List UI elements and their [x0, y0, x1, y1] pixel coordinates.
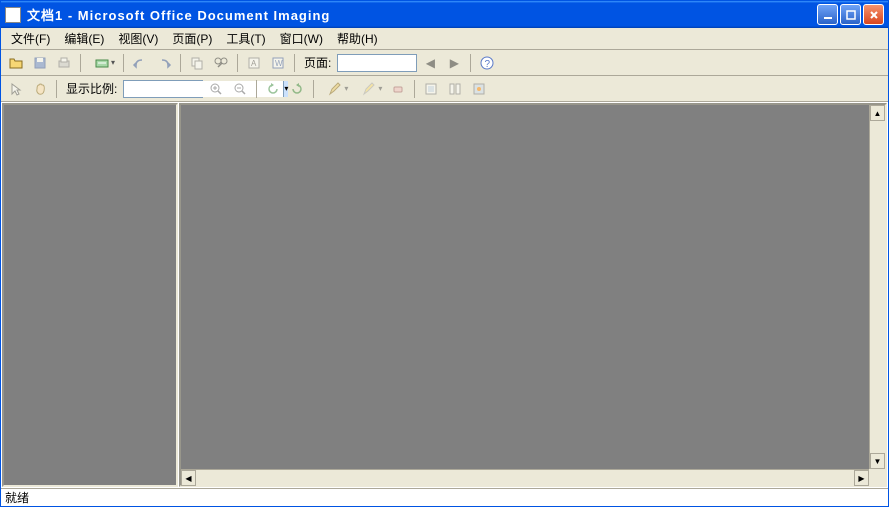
- rotate-right-button[interactable]: [286, 78, 308, 100]
- scroll-right-icon[interactable]: ▶: [854, 470, 869, 486]
- page-view-button[interactable]: [444, 78, 466, 100]
- view-toolbar: 显示比例: ▾: [1, 76, 888, 102]
- window-controls: [817, 4, 884, 25]
- separator: [56, 80, 57, 98]
- ocr-button[interactable]: A: [243, 52, 265, 74]
- separator: [80, 54, 81, 72]
- highlighter-button[interactable]: [353, 78, 385, 100]
- separator: [294, 54, 295, 72]
- separator: [123, 54, 124, 72]
- page-input[interactable]: [337, 54, 417, 72]
- separator: [313, 80, 314, 98]
- minimize-button[interactable]: [817, 4, 838, 25]
- separator: [237, 54, 238, 72]
- menu-file[interactable]: 文件(F): [5, 28, 56, 49]
- scan-button[interactable]: [86, 52, 118, 74]
- menu-view[interactable]: 视图(V): [112, 28, 164, 49]
- print-button[interactable]: [53, 52, 75, 74]
- workspace: ▲ ▼ ◀ ▶: [1, 102, 888, 488]
- send-to-word-button[interactable]: W: [267, 52, 289, 74]
- thumbnail-view-button[interactable]: [420, 78, 442, 100]
- maximize-button[interactable]: [840, 4, 861, 25]
- separator: [180, 54, 181, 72]
- redo-button[interactable]: [153, 52, 175, 74]
- scroll-left-icon[interactable]: ◀: [181, 470, 196, 486]
- undo-button[interactable]: [129, 52, 151, 74]
- separator: [414, 80, 415, 98]
- pen-button[interactable]: [319, 78, 351, 100]
- reading-view-button[interactable]: [468, 78, 490, 100]
- open-button[interactable]: [5, 52, 27, 74]
- zoom-input[interactable]: [124, 81, 283, 97]
- document-pane[interactable]: ▲ ▼ ◀ ▶: [179, 103, 887, 487]
- vertical-scrollbar[interactable]: ▲ ▼: [869, 105, 885, 469]
- app-window: 文档1 - Microsoft Office Document Imaging …: [0, 0, 889, 507]
- rotate-left-button[interactable]: [262, 78, 284, 100]
- horizontal-scrollbar[interactable]: ◀ ▶: [181, 469, 869, 485]
- svg-text:W: W: [275, 59, 283, 68]
- window-title: 文档1 - Microsoft Office Document Imaging: [25, 5, 817, 24]
- svg-text:?: ?: [485, 59, 491, 70]
- menu-edit[interactable]: 编辑(E): [58, 28, 110, 49]
- prev-page-button[interactable]: ◀: [419, 52, 441, 74]
- separator: [256, 80, 257, 98]
- find-button[interactable]: [210, 52, 232, 74]
- zoom-out-button[interactable]: [229, 78, 251, 100]
- app-icon: [5, 7, 21, 23]
- statusbar: 就绪: [1, 488, 888, 506]
- standard-toolbar: A W 页面: ◀ ▶ ?: [1, 50, 888, 76]
- next-page-button[interactable]: ▶: [443, 52, 465, 74]
- menu-help[interactable]: 帮助(H): [331, 28, 384, 49]
- menu-tools[interactable]: 工具(T): [220, 28, 271, 49]
- page-label: 页面:: [300, 54, 335, 71]
- scroll-corner: [869, 469, 885, 485]
- scroll-up-icon[interactable]: ▲: [870, 105, 885, 121]
- zoom-combo[interactable]: ▾: [123, 80, 203, 98]
- pan-tool-button[interactable]: [29, 78, 51, 100]
- menubar: 文件(F) 编辑(E) 视图(V) 页面(P) 工具(T) 窗口(W) 帮助(H…: [1, 28, 888, 50]
- select-tool-button[interactable]: [5, 78, 27, 100]
- menu-window[interactable]: 窗口(W): [274, 28, 329, 49]
- copy-button[interactable]: [186, 52, 208, 74]
- menu-page[interactable]: 页面(P): [166, 28, 218, 49]
- status-text: 就绪: [5, 489, 29, 506]
- help-button[interactable]: ?: [476, 52, 498, 74]
- zoom-in-button[interactable]: [205, 78, 227, 100]
- close-button[interactable]: [863, 4, 884, 25]
- separator: [470, 54, 471, 72]
- zoom-label: 显示比例:: [62, 80, 121, 97]
- save-button[interactable]: [29, 52, 51, 74]
- eraser-button[interactable]: [387, 78, 409, 100]
- scroll-down-icon[interactable]: ▼: [870, 453, 885, 469]
- thumbnail-pane[interactable]: [2, 103, 178, 487]
- svg-text:A: A: [251, 59, 257, 68]
- titlebar: 文档1 - Microsoft Office Document Imaging: [1, 1, 888, 28]
